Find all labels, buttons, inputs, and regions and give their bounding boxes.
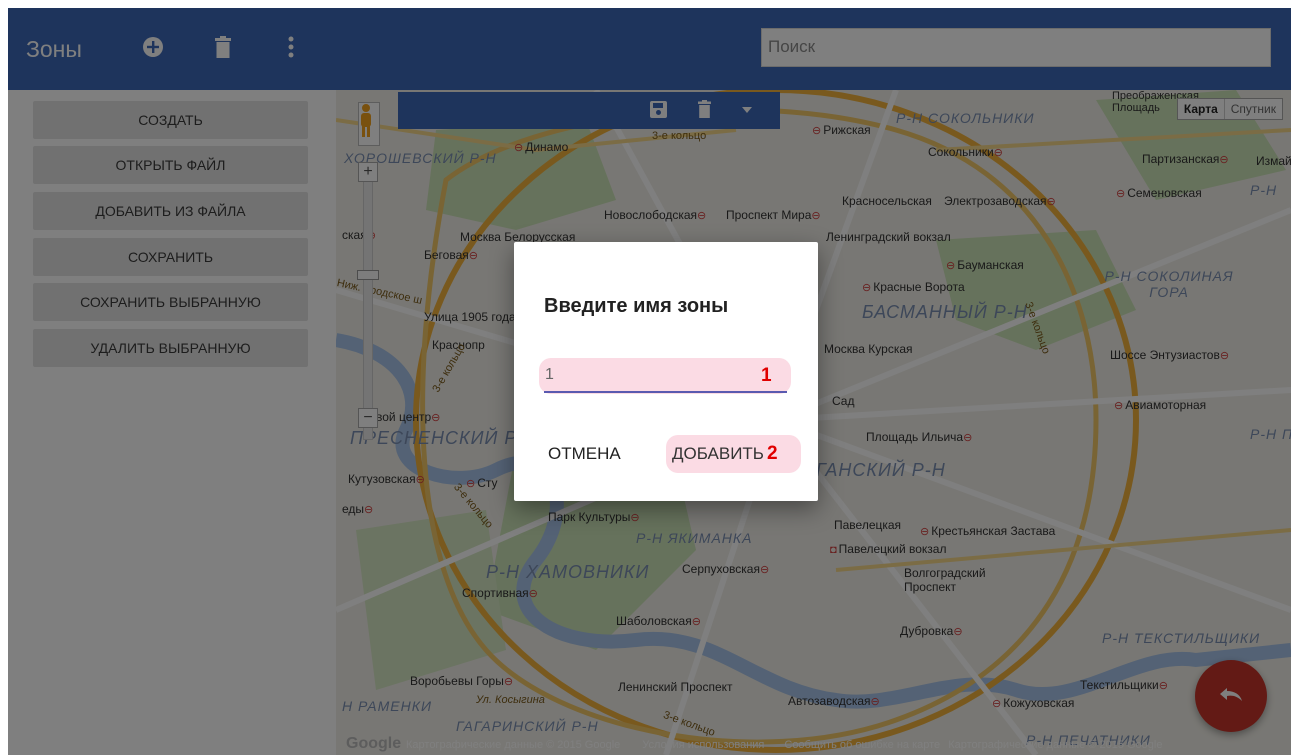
add-button-label: ДОБАВИТЬ: [672, 444, 764, 463]
marker-badge-2: 2: [766, 443, 778, 464]
cancel-button[interactable]: ОТМЕНА: [548, 440, 621, 468]
zone-name-input[interactable]: [545, 363, 745, 387]
input-underline: [544, 391, 787, 393]
zone-name-field: 1: [539, 358, 791, 394]
add-button[interactable]: ДОБАВИТЬ 2: [666, 435, 801, 473]
marker-badge-1: 1: [761, 365, 772, 386]
zone-name-dialog: Введите имя зоны 1 ОТМЕНА ДОБАВИТЬ 2: [514, 242, 818, 501]
dialog-title: Введите имя зоны: [544, 295, 729, 317]
app-window: Зоны Поиск СОЗДАТЬ ОТКРЫТЬ ФАЙЛ ДОБАВИТЬ…: [8, 8, 1291, 755]
